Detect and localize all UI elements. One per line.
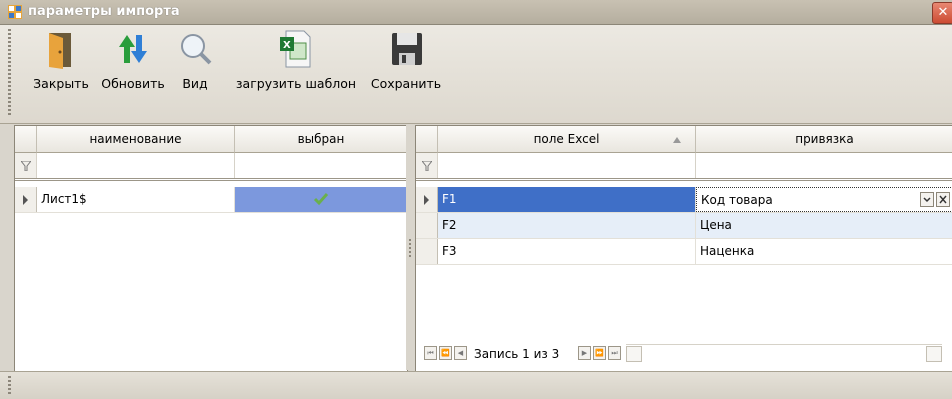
filter-excel-field-input[interactable] [438, 153, 696, 178]
row-indicator [416, 187, 438, 212]
last-record-button[interactable]: ⏭ [608, 346, 621, 360]
toolbar: Закрыть Обновить Вид X загрузить шаблон … [0, 25, 952, 124]
excel-field-cell[interactable]: F1 [438, 187, 696, 212]
prev-record-button[interactable]: ◀ [454, 346, 467, 360]
selected-cell[interactable] [235, 187, 407, 212]
current-row-arrow-icon [23, 195, 28, 205]
title-bar: параметры импорта ✕ [0, 0, 952, 25]
next-page-button[interactable]: ⏩ [593, 346, 606, 360]
save-label: Сохранить [370, 76, 442, 91]
svg-text:X: X [283, 40, 291, 51]
binding-cell[interactable]: Наценка [696, 239, 952, 264]
close-button[interactable]: Закрыть [28, 25, 94, 97]
clear-x-icon [939, 195, 947, 204]
refresh-label: Обновить [101, 76, 165, 91]
filter-name-input[interactable] [37, 153, 235, 178]
door-exit-icon [49, 33, 71, 69]
left-filter-indicator [15, 153, 37, 178]
excel-field-header-label: поле Excel [533, 132, 600, 146]
row-indicator [416, 213, 438, 238]
sheet-name-cell[interactable]: Лист1$ [37, 187, 235, 212]
filter-funnel-icon [21, 161, 31, 171]
floppy-disk-icon [392, 33, 422, 65]
binding-editor[interactable]: Код товара [696, 187, 952, 212]
load-template-button[interactable]: X загрузить шаблон [228, 25, 364, 97]
binding-value: Код товара [701, 193, 773, 207]
left-filter-row [15, 153, 407, 181]
first-record-button[interactable]: ⏮ [424, 346, 437, 360]
scroll-left-button[interactable] [626, 346, 642, 362]
excel-field-cell[interactable]: F3 [438, 239, 696, 264]
app-grid-icon [8, 5, 22, 19]
view-label: Вид [182, 76, 208, 91]
prev-page-button[interactable]: ⏪ [439, 346, 452, 360]
next-record-button[interactable]: ▶ [578, 346, 591, 360]
left-grid-corner [15, 126, 37, 153]
right-filter-indicator [416, 153, 438, 178]
save-button[interactable]: Сохранить [367, 25, 445, 97]
column-header-selected[interactable]: выбран [235, 126, 407, 153]
filter-selected-input[interactable] [235, 153, 407, 178]
clear-button[interactable] [936, 192, 950, 207]
refresh-arrows-icon [119, 35, 147, 63]
table-row[interactable]: Лист1$ [15, 187, 407, 213]
refresh-button[interactable]: Обновить [97, 25, 169, 97]
filter-binding-input[interactable] [696, 153, 952, 178]
table-row[interactable]: F3 Наценка [416, 239, 952, 265]
view-button[interactable]: Вид [172, 25, 218, 97]
right-filter-row [416, 153, 952, 181]
sort-ascending-icon [673, 137, 681, 143]
close-window-button[interactable]: ✕ [932, 2, 952, 24]
row-indicator [416, 239, 438, 264]
chevron-down-icon [923, 197, 931, 203]
field-mapping-grid: поле Excel привязка F1 Код товара F2 Цен… [415, 125, 952, 372]
dropdown-button[interactable] [920, 192, 934, 207]
right-grid-corner [416, 126, 438, 153]
current-row-arrow-icon [424, 195, 429, 205]
row-indicator [15, 187, 37, 212]
sheets-grid: наименование выбран Лист1$ [14, 125, 408, 372]
excel-field-cell[interactable]: F2 [438, 213, 696, 238]
status-bar-grip [8, 376, 11, 396]
record-counter: Запись 1 из 3 [474, 347, 560, 361]
window-title: параметры импорта [28, 4, 180, 19]
record-navigator: ⏮ ⏪ ◀ Запись 1 из 3 ▶ ⏩ ⏭ [424, 344, 944, 364]
checkmark-icon [313, 193, 328, 206]
panel-splitter[interactable] [406, 125, 414, 370]
table-row[interactable]: F2 Цена [416, 213, 952, 239]
column-header-name[interactable]: наименование [37, 126, 235, 153]
toolbar-grip[interactable] [8, 29, 11, 117]
close-label: Закрыть [33, 76, 89, 91]
splitter-grip [409, 239, 411, 257]
table-row[interactable]: F1 Код товара [416, 187, 952, 213]
status-bar [0, 371, 952, 399]
scroll-right-button[interactable] [926, 346, 942, 362]
binding-cell[interactable]: Цена [696, 213, 952, 238]
load-template-label: загрузить шаблон [235, 76, 357, 91]
magnifier-icon [181, 34, 212, 65]
import-params-window: параметры импорта ✕ Закрыть Обновить Вид… [0, 0, 952, 399]
column-header-binding[interactable]: привязка [696, 126, 952, 153]
horizontal-scrollbar[interactable] [626, 344, 942, 364]
filter-funnel-icon [422, 161, 432, 171]
excel-file-icon: X [280, 30, 311, 68]
column-header-excel-field[interactable]: поле Excel [438, 126, 696, 153]
